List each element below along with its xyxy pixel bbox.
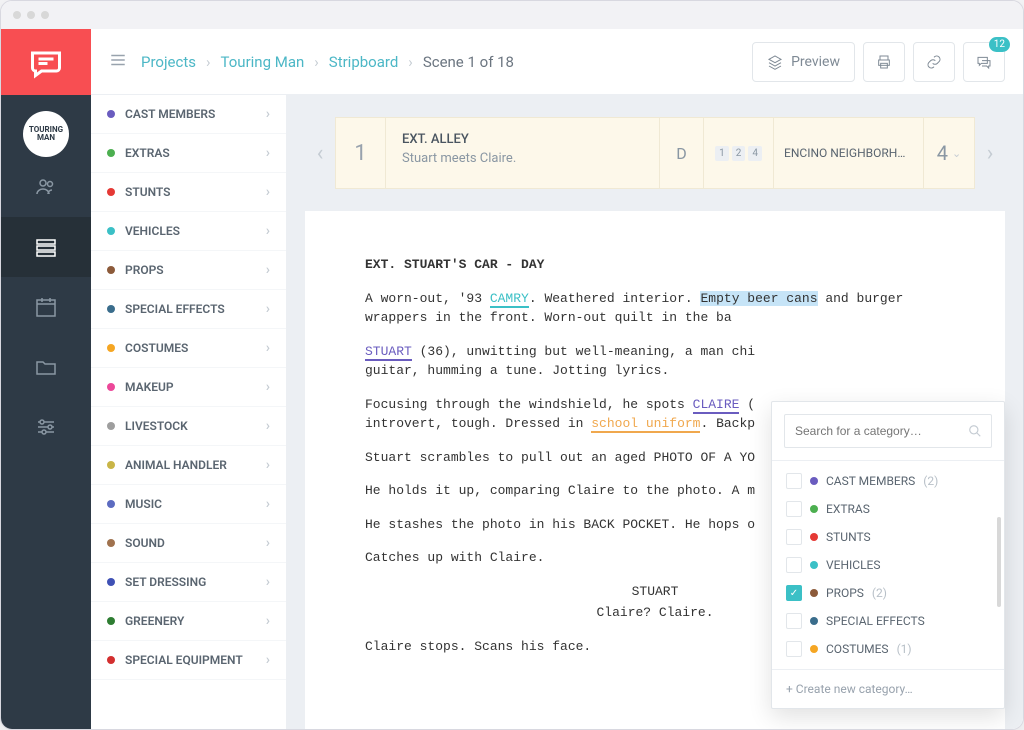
sidebar-item[interactable]: COSTUMES› bbox=[91, 329, 286, 368]
sidebar-item[interactable]: GREENERY› bbox=[91, 602, 286, 641]
browser-chrome bbox=[1, 1, 1023, 29]
popup-category-item[interactable]: VEHICLES bbox=[772, 551, 1004, 579]
next-scene-button[interactable]: › bbox=[975, 117, 1005, 189]
prev-scene-button[interactable]: ‹ bbox=[305, 117, 335, 189]
tag-cast: CLAIRE bbox=[693, 397, 740, 414]
tag-vehicle: CAMRY bbox=[490, 291, 529, 308]
sidebar-item[interactable]: SPECIAL EFFECTS› bbox=[91, 290, 286, 329]
search-icon bbox=[968, 423, 982, 442]
create-category-button[interactable]: + Create new category… bbox=[772, 669, 1004, 708]
tag-costume: school uniform bbox=[591, 416, 700, 433]
sidebar-item[interactable]: ANIMAL HANDLER› bbox=[91, 446, 286, 485]
sidebar-item[interactable]: STUNTS› bbox=[91, 173, 286, 212]
comments-badge: 12 bbox=[989, 37, 1010, 52]
sidebar-item[interactable]: VEHICLES› bbox=[91, 212, 286, 251]
nav-rail: TOURING MAN bbox=[1, 29, 91, 729]
topbar: Projects › Touring Man › Stripboard › Sc… bbox=[91, 29, 1023, 95]
cast-tags: 124 bbox=[704, 118, 774, 188]
chevron-right-icon: › bbox=[314, 53, 319, 71]
sidebar-item[interactable]: SPECIAL EQUIPMENT› bbox=[91, 641, 286, 680]
popup-category-item[interactable]: COSTUMES (1) bbox=[772, 635, 1004, 663]
nav-people-icon[interactable] bbox=[1, 157, 91, 217]
sidebar-item[interactable]: LIVESTOCK› bbox=[91, 407, 286, 446]
action-line: A worn-out, '93 CAMRY. Weathered interio… bbox=[365, 289, 945, 328]
nav-settings-icon[interactable] bbox=[1, 397, 91, 457]
sidebar-item[interactable]: MAKEUP› bbox=[91, 368, 286, 407]
sidebar-item[interactable]: CAST MEMBERS› bbox=[91, 95, 286, 134]
slugline: EXT. STUART'S CAR - DAY bbox=[365, 255, 945, 275]
comments-button[interactable]: 12 bbox=[963, 42, 1005, 82]
preview-button[interactable]: Preview bbox=[752, 42, 855, 82]
crumb-view[interactable]: Stripboard bbox=[329, 53, 399, 71]
popup-category-item[interactable]: ✓PROPS (2) bbox=[772, 579, 1004, 607]
tag-prop-highlighted: Empty beer cans bbox=[700, 291, 817, 306]
sidebar-item[interactable]: SET DRESSING› bbox=[91, 563, 286, 602]
scene-eighths: 4⌄ bbox=[924, 118, 974, 188]
menu-icon[interactable] bbox=[109, 51, 127, 73]
app-logo[interactable] bbox=[1, 29, 91, 95]
scene-slug: EXT. ALLEY bbox=[402, 132, 643, 147]
sidebar-item[interactable]: EXTRAS› bbox=[91, 134, 286, 173]
action-line: STUART (36), unwitting but well-meaning,… bbox=[365, 342, 945, 381]
sidebar-item[interactable]: SOUND› bbox=[91, 524, 286, 563]
popup-category-item[interactable]: CAST MEMBERS (2) bbox=[772, 467, 1004, 495]
category-popup: CAST MEMBERS (2)EXTRAS STUNTS VEHICLES ✓… bbox=[771, 401, 1005, 709]
nav-files-icon[interactable] bbox=[1, 337, 91, 397]
category-search-input[interactable] bbox=[784, 414, 992, 448]
popup-category-item[interactable]: SPECIAL EFFECTS bbox=[772, 607, 1004, 635]
canvas: ‹ 1 EXT. ALLEY Stuart meets Claire. D 12… bbox=[287, 95, 1023, 729]
sidebar-item[interactable]: PROPS› bbox=[91, 251, 286, 290]
scene-desc: Stuart meets Claire. bbox=[402, 151, 643, 166]
scene-number: 1 bbox=[336, 118, 386, 188]
tag-cast: STUART bbox=[365, 344, 412, 361]
sidebar-item[interactable]: MUSIC› bbox=[91, 485, 286, 524]
crumb-projects[interactable]: Projects bbox=[141, 53, 196, 71]
popup-category-item[interactable]: STUNTS bbox=[772, 523, 1004, 551]
crumb-current: Scene 1 of 18 bbox=[423, 53, 514, 71]
link-button[interactable] bbox=[913, 42, 955, 82]
popup-category-item[interactable]: EXTRAS bbox=[772, 495, 1004, 523]
project-avatar[interactable]: TOURING MAN bbox=[23, 111, 69, 157]
chevron-right-icon: › bbox=[408, 53, 413, 71]
scrollbar-thumb[interactable] bbox=[997, 517, 1001, 607]
nav-calendar-icon[interactable] bbox=[1, 277, 91, 337]
chevron-right-icon: › bbox=[206, 53, 211, 71]
day-night: D bbox=[660, 118, 704, 188]
scene-strip: ‹ 1 EXT. ALLEY Stuart meets Claire. D 12… bbox=[305, 117, 1005, 189]
print-button[interactable] bbox=[863, 42, 905, 82]
nav-stripboard-icon[interactable] bbox=[1, 217, 91, 277]
category-sidebar: CAST MEMBERS›EXTRAS›STUNTS›VEHICLES›PROP… bbox=[91, 95, 287, 729]
crumb-project[interactable]: Touring Man bbox=[221, 53, 305, 71]
scene-location: ENCINO NEIGHBORH… bbox=[774, 118, 924, 188]
breadcrumb: Projects › Touring Man › Stripboard › Sc… bbox=[141, 53, 514, 71]
